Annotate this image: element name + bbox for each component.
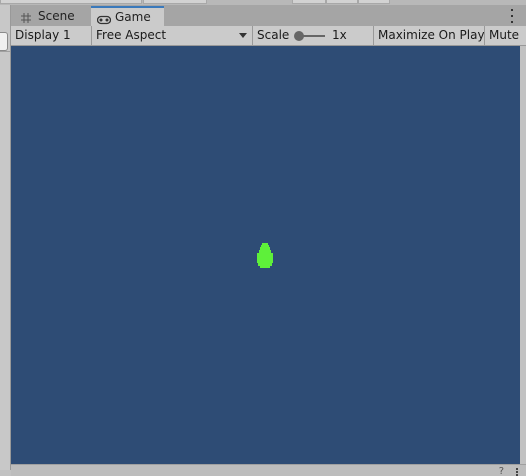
tab-game-label: Game [115,10,151,24]
panel-menu-kebab-icon[interactable] [516,468,518,476]
scale-slider-knob[interactable] [294,31,304,41]
tab-scene[interactable]: Scene [11,7,91,26]
maximize-on-play-label: Maximize On Play [378,28,485,42]
scale-label: Scale [257,28,290,42]
left-panel-field[interactable] [0,32,8,51]
display-dropdown[interactable]: Display 1 [11,26,92,46]
mute-toggle[interactable]: Mute [485,26,526,46]
green-droplet-sprite [257,243,273,268]
scale-slider-group: Scale 1x [253,26,374,46]
display-dropdown-label: Display 1 [15,28,71,42]
unity-editor-window: Scene Game Display 1 Free Aspect Scale 1… [0,0,526,476]
mute-label: Mute [489,28,520,42]
tab-game[interactable]: Game [91,6,164,27]
maximize-on-play-toggle[interactable]: Maximize On Play [374,26,485,46]
tab-scene-label: Scene [38,9,75,23]
chevron-down-icon [239,33,247,38]
bottom-panel-header: ? [11,464,526,476]
left-panel-edge [0,5,11,470]
gamepad-icon [96,12,112,24]
help-icon[interactable]: ? [499,466,504,476]
tab-bar: Scene Game [11,5,526,27]
tab-menu-kebab-icon[interactable] [506,9,518,23]
scale-value: 1x [332,28,347,42]
divider [0,51,10,52]
game-view-svg [257,243,273,268]
grid-icon [20,11,34,23]
game-toolbar: Display 1 Free Aspect Scale 1x Maximize … [11,26,526,46]
game-view-gutter [520,46,526,464]
aspect-dropdown-label: Free Aspect [96,28,167,42]
aspect-dropdown[interactable]: Free Aspect [92,26,253,46]
game-view-canvas[interactable] [11,46,520,464]
